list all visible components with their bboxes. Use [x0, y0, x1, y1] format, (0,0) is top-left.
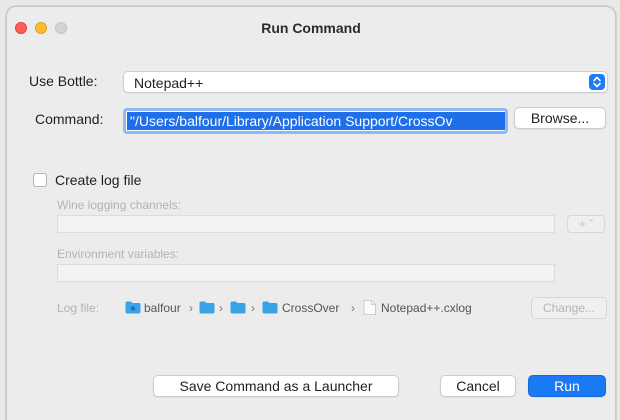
popup-stepper-icon — [589, 74, 605, 90]
save-as-launcher-button[interactable]: Save Command as a Launcher — [153, 375, 399, 397]
wine-logging-channels-label: Wine logging channels: — [57, 198, 182, 212]
path-separator: › — [351, 301, 355, 315]
use-bottle-label: Use Bottle: — [29, 73, 98, 89]
browse-button[interactable]: Browse... — [514, 107, 606, 129]
change-log-file-button[interactable]: Change... — [531, 297, 607, 319]
folder-icon — [125, 301, 141, 314]
title-bar: Run Command — [7, 7, 615, 51]
log-file-label: Log file: — [57, 301, 100, 315]
command-input[interactable]: "/Users/balfour/Library/Application Supp… — [123, 108, 508, 134]
wine-logging-channels-field[interactable] — [57, 215, 555, 233]
path-segment-user: balfour — [144, 301, 181, 315]
create-log-file-label: Create log file — [55, 172, 142, 188]
run-button[interactable]: Run — [528, 375, 606, 397]
folder-icon — [199, 301, 215, 314]
path-segment-file: Notepad++.cxlog — [381, 301, 472, 315]
path-segment-crossover: CrossOver — [282, 301, 340, 315]
path-separator: › — [189, 301, 193, 315]
command-label: Command: — [35, 111, 104, 127]
folder-icon — [262, 301, 278, 314]
environment-variables-field[interactable] — [57, 264, 555, 282]
path-separator: › — [219, 301, 223, 315]
command-input-value: "/Users/balfour/Library/Application Supp… — [127, 112, 505, 130]
folder-icon — [230, 301, 246, 314]
run-command-window: Run Command Use Bottle: Notepad++ Comman… — [6, 6, 616, 420]
environment-variables-label: Environment variables: — [57, 247, 180, 261]
path-separator: › — [251, 301, 255, 315]
window-title: Run Command — [261, 20, 361, 36]
bottle-select-value: Notepad++ — [134, 75, 204, 91]
add-channel-button[interactable]: + ˇ — [567, 215, 605, 233]
create-log-file-checkbox[interactable] — [33, 173, 47, 187]
document-icon — [363, 300, 376, 315]
cancel-button[interactable]: Cancel — [440, 375, 516, 397]
bottle-select[interactable]: Notepad++ — [123, 71, 608, 93]
